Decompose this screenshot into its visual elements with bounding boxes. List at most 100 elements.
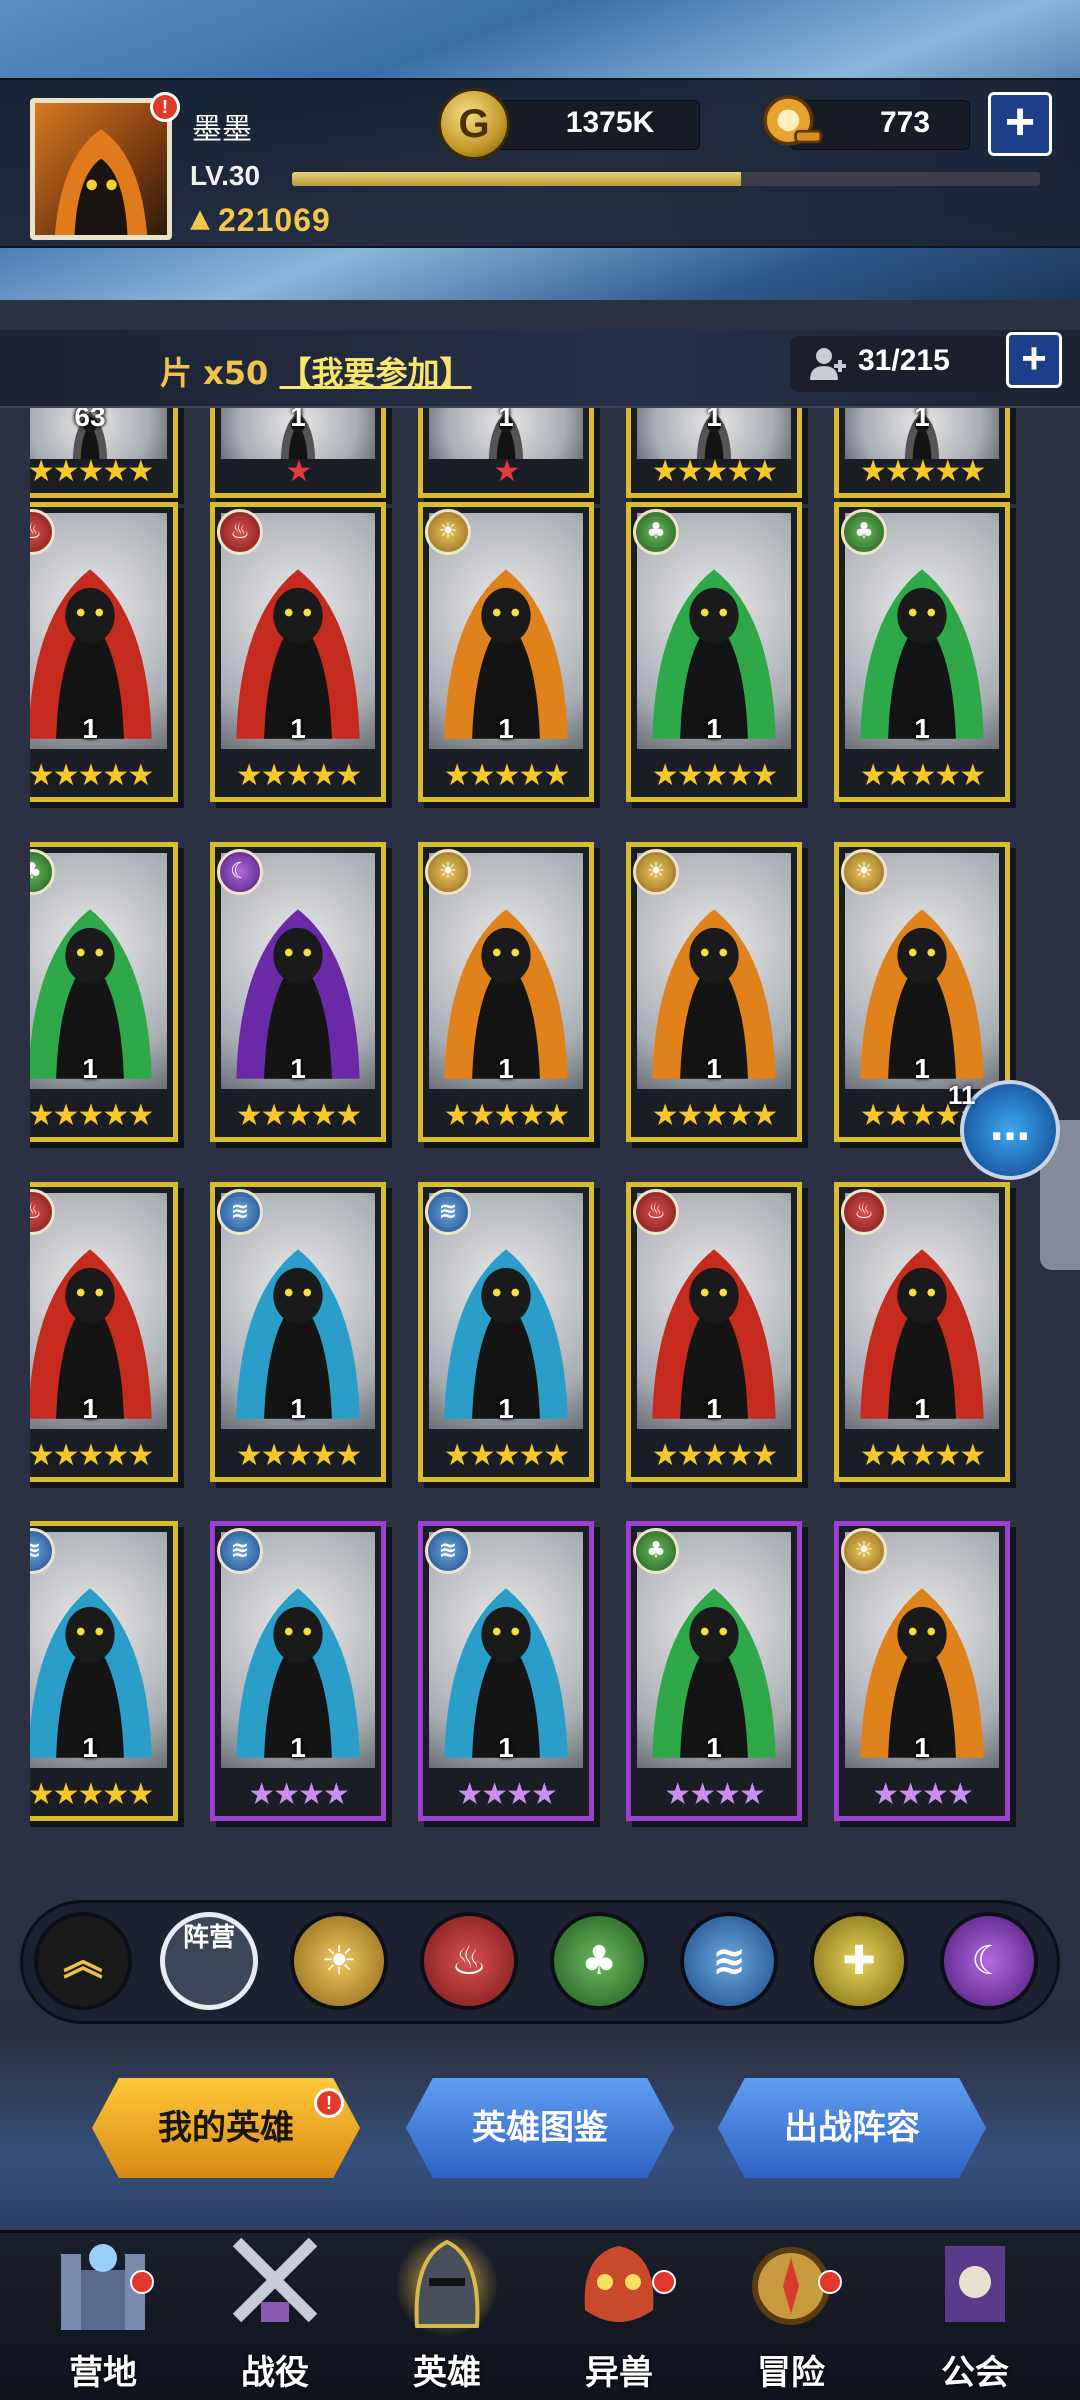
hero-stars: ★★★★★	[443, 758, 570, 793]
faction-filter-shadow[interactable]: ☾	[940, 1912, 1038, 2010]
sun-faction-icon: ☀	[841, 849, 887, 895]
event-banner-prefix: 片 x50	[160, 354, 269, 392]
hero-level: 1	[290, 408, 306, 432]
camp-alert-dot	[130, 2270, 154, 2294]
knight-helmet-icon	[397, 2230, 497, 2340]
crossed-swords-icon	[232, 2237, 318, 2323]
key-currency-icon	[763, 95, 823, 146]
nav-heroes[interactable]: 英雄	[372, 2226, 522, 2400]
hero-stars: ★★★★★	[859, 454, 986, 489]
hero-card[interactable]: ☀ 1 ★★★★★	[626, 842, 802, 1142]
hooded-hero-portrait	[54, 129, 148, 235]
hero-card[interactable]: 63 ★★★★★	[30, 408, 178, 498]
hero-card[interactable]: ♨ 1 ★★★★★	[210, 502, 386, 802]
user-add-icon	[810, 348, 846, 380]
hero-card[interactable]: ♣ 1 ★★★★★	[626, 502, 802, 802]
hero-stars: ★	[493, 454, 521, 489]
hero-card[interactable]: 1 ★★★★★	[834, 408, 1010, 498]
wave-faction-icon: ≋	[425, 1189, 471, 1235]
hero-level: 1	[498, 408, 514, 432]
gem-amount: 773	[879, 106, 931, 139]
hero-card[interactable]: ≋ 1 ★★★★★	[418, 1182, 594, 1482]
hero-level: 1	[914, 1732, 930, 1763]
nav-heroes-label: 英雄	[413, 2353, 481, 2393]
faction-filter-sun[interactable]: ☀	[290, 1912, 388, 2010]
hero-stars: ★	[285, 454, 313, 489]
sun-faction-icon: ☀	[841, 1528, 887, 1574]
gold-amount: 1375K	[565, 106, 655, 139]
tab-battle-lineup[interactable]: 出战阵容	[718, 2078, 986, 2178]
avatar-alert-badge: !	[150, 92, 180, 122]
hero-stars: ★★★★★	[443, 1438, 570, 1473]
hero-card[interactable]: ♨ 1 ★★★★★	[626, 1182, 802, 1482]
player-level: LV.30	[190, 160, 261, 191]
hero-level: 1	[82, 1053, 98, 1084]
tab-hero-codex[interactable]: 英雄图鉴	[406, 2078, 674, 2178]
event-join-link[interactable]: 【我要参加】	[279, 354, 471, 392]
hero-card[interactable]: ≋ 1 ★★★★★	[30, 1521, 178, 1821]
hero-stars: ★★★★★	[235, 758, 362, 793]
leaf-icon: ♣	[581, 1938, 617, 1984]
combat-power-value: 221069	[218, 202, 331, 238]
hero-level: 1	[290, 713, 306, 744]
expand-hero-slots-button[interactable]: +	[1006, 332, 1062, 388]
hero-card[interactable]: ♣ 1 ★★★★★	[30, 842, 178, 1142]
fire-faction-icon: ♨	[633, 1189, 679, 1235]
hero-level: 1	[706, 1053, 722, 1084]
hero-stars: ★★★★	[248, 1777, 350, 1812]
fire-faction-icon: ♨	[217, 509, 263, 555]
hero-level: 1	[914, 1053, 930, 1084]
collapse-filter-button[interactable]: ︽	[34, 1912, 132, 2010]
hero-card[interactable]: ≋ 1 ★★★★	[210, 1521, 386, 1821]
nav-campaign-label: 战役	[241, 2353, 309, 2393]
hero-card[interactable]: ♣ 1 ★★★★	[626, 1521, 802, 1821]
hero-card[interactable]: 1 ★	[210, 408, 386, 498]
faction-label-button[interactable]: 阵营	[160, 1912, 258, 2010]
hero-count: 31/215	[858, 344, 950, 377]
nav-beasts[interactable]: 异兽	[544, 2226, 694, 2400]
hero-card[interactable]: ♨ 1 ★★★★★	[30, 502, 178, 802]
nav-adventure[interactable]: 冒险	[716, 2226, 866, 2400]
leaf-faction-icon: ♣	[841, 509, 887, 555]
hero-card[interactable]: 1 ★	[418, 408, 594, 498]
hero-stars: ★★★★	[872, 1777, 974, 1812]
hero-card[interactable]: ☀ 1 ★★★★★	[418, 502, 594, 802]
hero-card[interactable]: 1 ★★★★★	[626, 408, 802, 498]
player-avatar[interactable]	[30, 98, 172, 240]
hero-level: 1	[914, 408, 930, 432]
chat-icon: …	[990, 1104, 1030, 1150]
hero-level: 1	[706, 713, 722, 744]
wave-faction-icon: ≋	[217, 1189, 263, 1235]
player-name: 墨墨	[192, 112, 252, 147]
sun-icon: ☀	[321, 1938, 357, 1984]
nav-camp[interactable]: 营地	[28, 2226, 178, 2400]
hero-level: 1	[498, 1053, 514, 1084]
nav-guild[interactable]: 公会	[900, 2226, 1050, 2400]
hero-stars: ★★★★★	[235, 1438, 362, 1473]
hero-card[interactable]: ♨ 1 ★★★★★	[30, 1182, 178, 1482]
faction-filter-water[interactable]: ≋	[680, 1912, 778, 2010]
faction-filter-holy[interactable]: ✚	[810, 1912, 908, 2010]
hero-card[interactable]: ♨ 1 ★★★★★	[834, 1182, 1010, 1482]
hero-card[interactable]: ≋ 1 ★★★★★	[210, 1182, 386, 1482]
faction-filter-nature[interactable]: ♣	[550, 1912, 648, 2010]
hero-level: 1	[290, 1053, 306, 1084]
hero-card[interactable]: ☀ 1 ★★★★	[834, 1521, 1010, 1821]
faction-filter-fire[interactable]: ♨	[420, 1912, 518, 2010]
wave-icon: ≋	[712, 1938, 746, 1984]
hero-level: 1	[82, 1732, 98, 1763]
wave-faction-icon: ≋	[425, 1528, 471, 1574]
xp-progress-fill	[292, 172, 741, 186]
hero-card[interactable]: ≋ 1 ★★★★	[418, 1521, 594, 1821]
hero-level: 1	[82, 1393, 98, 1424]
hero-stars: ★★★★★	[859, 758, 986, 793]
gold-coin-icon: G	[438, 88, 510, 160]
hero-card[interactable]: ♣ 1 ★★★★★	[834, 502, 1010, 802]
event-banner-text: 片 x50 【我要参加】	[160, 348, 471, 394]
nav-campaign[interactable]: 战役	[200, 2226, 350, 2400]
adventure-alert-dot	[818, 2270, 842, 2294]
hero-card[interactable]: ☀ 1 ★★★★★	[418, 842, 594, 1142]
nav-guild-label: 公会	[941, 2353, 1009, 2393]
add-currency-button[interactable]: +	[988, 92, 1052, 156]
hero-card[interactable]: ☾ 1 ★★★★★	[210, 842, 386, 1142]
